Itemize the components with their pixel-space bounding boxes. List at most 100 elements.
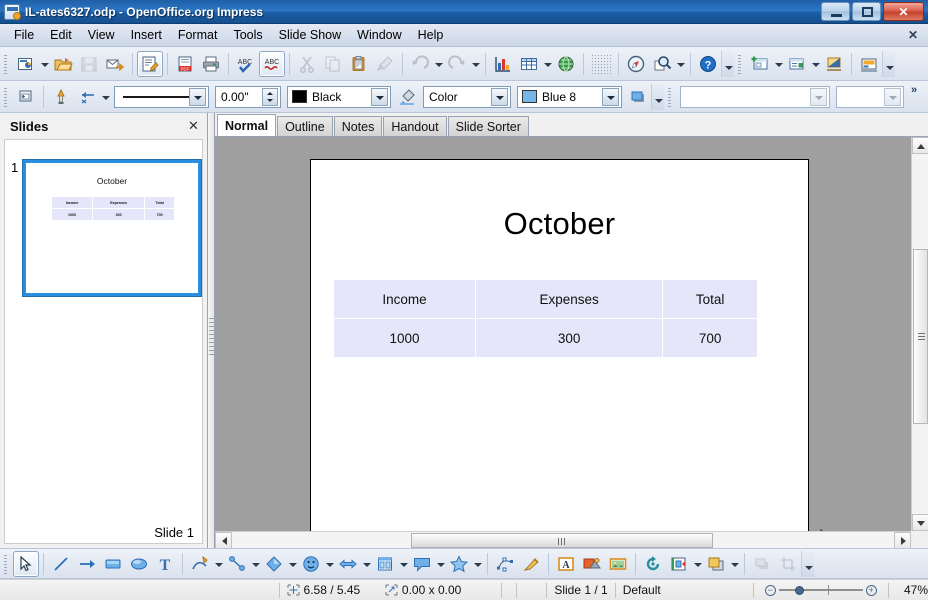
fill-type-combo[interactable]: Color xyxy=(423,85,511,108)
flowchart-dropdown[interactable] xyxy=(398,552,409,576)
save-icon[interactable] xyxy=(76,51,102,77)
slide-canvas[interactable]: October Income Expenses Total 1000 300 7… xyxy=(215,137,911,531)
symbol-shapes-icon[interactable] xyxy=(298,551,324,577)
menu-format[interactable]: Format xyxy=(170,26,226,44)
ellipse-tool-icon[interactable] xyxy=(126,551,152,577)
zoom-slider-track[interactable] xyxy=(778,589,863,591)
menu-tools[interactable]: Tools xyxy=(225,26,270,44)
master-slide-icon[interactable] xyxy=(856,51,882,77)
menu-slide-show[interactable]: Slide Show xyxy=(271,26,350,44)
curve-dropdown[interactable] xyxy=(213,552,224,576)
block-arrows-dropdown[interactable] xyxy=(361,552,372,576)
table-header-income[interactable]: Income xyxy=(332,279,477,319)
print-icon[interactable] xyxy=(198,51,224,77)
slide-layout-icon[interactable] xyxy=(784,51,810,77)
text-tool-icon[interactable]: T xyxy=(152,551,178,577)
chevron-down-icon[interactable] xyxy=(884,87,901,106)
basic-shapes-icon[interactable] xyxy=(261,551,287,577)
zoom-in-icon[interactable]: + xyxy=(865,585,877,596)
slide-table[interactable]: Income Expenses Total 1000 300 700 xyxy=(332,279,758,358)
table-header-total[interactable]: Total xyxy=(662,279,758,319)
toolbar-expand-chevron[interactable]: » xyxy=(907,84,921,110)
arrow-style-icon[interactable] xyxy=(74,84,100,110)
chevron-down-icon[interactable] xyxy=(810,87,827,106)
block-arrows-icon[interactable] xyxy=(335,551,361,577)
new-slide-dropdown[interactable] xyxy=(773,52,784,76)
tab-notes[interactable]: Notes xyxy=(333,116,383,136)
line-style-combo[interactable] xyxy=(114,85,209,108)
display-grid-icon[interactable] xyxy=(591,53,611,74)
close-document-icon[interactable]: ✕ xyxy=(906,28,920,42)
navigator-icon[interactable] xyxy=(623,51,649,77)
connector-dropdown[interactable] xyxy=(250,552,261,576)
zoom-out-icon[interactable]: − xyxy=(764,585,776,596)
spellcheck-icon[interactable]: ABC xyxy=(233,51,259,77)
zoom-slider[interactable]: − + xyxy=(764,583,877,597)
edit-file-icon[interactable] xyxy=(137,50,163,77)
table-header-expenses[interactable]: Expenses xyxy=(475,279,664,319)
select-tool-icon[interactable] xyxy=(13,550,39,577)
connector-tool-icon[interactable] xyxy=(224,551,250,577)
cut-icon[interactable] xyxy=(294,51,320,77)
line-toolbar-overflow[interactable] xyxy=(651,83,664,110)
horizontal-scroll-thumb[interactable] xyxy=(411,533,713,548)
alignment-icon[interactable] xyxy=(666,551,692,577)
insert-table-dropdown[interactable] xyxy=(542,52,553,76)
glue-points-icon[interactable] xyxy=(518,551,544,577)
edit-points-icon[interactable] xyxy=(492,551,518,577)
help-icon[interactable]: ? xyxy=(695,51,721,77)
chevron-down-icon[interactable] xyxy=(602,87,619,106)
undo-icon[interactable] xyxy=(407,51,433,77)
drawing-toolbar-overflow[interactable] xyxy=(801,550,814,577)
flowchart-shapes-icon[interactable] xyxy=(372,551,398,577)
zoom-slider-knob[interactable] xyxy=(794,586,804,595)
arrow-tool-icon[interactable] xyxy=(74,551,100,577)
gallery-icon[interactable] xyxy=(605,551,631,577)
insert-table-icon[interactable] xyxy=(516,51,542,77)
table-border-combo[interactable] xyxy=(836,85,904,108)
scroll-up-icon[interactable] xyxy=(912,137,928,154)
table-style-combo[interactable] xyxy=(680,85,830,108)
copy-icon[interactable] xyxy=(320,51,346,77)
shadow-tool-icon[interactable] xyxy=(749,551,775,577)
tab-handout[interactable]: Handout xyxy=(383,116,447,136)
restore-button[interactable] xyxy=(852,2,881,21)
open-icon[interactable] xyxy=(50,51,76,77)
new-document-dropdown[interactable] xyxy=(39,52,50,76)
new-slide-icon[interactable] xyxy=(747,51,773,77)
stars-dropdown[interactable] xyxy=(472,552,483,576)
grip[interactable] xyxy=(3,52,10,75)
rectangle-tool-icon[interactable] xyxy=(100,551,126,577)
export-pdf-icon[interactable]: PDF xyxy=(172,51,198,77)
horizontal-scrollbar[interactable] xyxy=(215,531,911,549)
scroll-right-icon[interactable] xyxy=(894,532,911,549)
area-style-icon[interactable] xyxy=(394,84,420,110)
undo-dropdown[interactable] xyxy=(433,52,444,76)
clone-formatting-icon[interactable] xyxy=(372,51,398,77)
arrange-dropdown[interactable] xyxy=(729,552,740,576)
slide-page[interactable]: October Income Expenses Total 1000 300 7… xyxy=(310,159,809,531)
spinner-buttons[interactable] xyxy=(262,87,278,106)
chevron-down-icon[interactable] xyxy=(491,87,508,106)
arrow-style-dropdown[interactable] xyxy=(100,85,111,109)
email-document-icon[interactable] xyxy=(102,51,128,77)
chevron-down-icon[interactable] xyxy=(189,87,206,106)
start-slideshow-icon[interactable] xyxy=(821,51,847,77)
vertical-scrollbar[interactable] xyxy=(911,137,928,531)
line-width-spinner[interactable]: 0.00" xyxy=(215,85,281,108)
presentation-toolbar-overflow[interactable] xyxy=(882,50,895,77)
zoom-level-value[interactable]: 47% xyxy=(896,583,928,597)
grip[interactable] xyxy=(737,52,744,75)
tab-slide-sorter[interactable]: Slide Sorter xyxy=(447,116,529,136)
tab-outline[interactable]: Outline xyxy=(277,116,333,136)
basic-shapes-dropdown[interactable] xyxy=(287,552,298,576)
redo-icon[interactable] xyxy=(444,51,470,77)
insert-chart-icon[interactable] xyxy=(490,51,516,77)
scroll-left-icon[interactable] xyxy=(215,532,232,549)
menu-insert[interactable]: Insert xyxy=(123,26,170,44)
menu-help[interactable]: Help xyxy=(410,26,452,44)
menu-file[interactable]: File xyxy=(6,26,42,44)
grip[interactable] xyxy=(3,552,10,575)
menu-view[interactable]: View xyxy=(80,26,123,44)
autospellcheck-icon[interactable]: ABC xyxy=(259,50,285,77)
